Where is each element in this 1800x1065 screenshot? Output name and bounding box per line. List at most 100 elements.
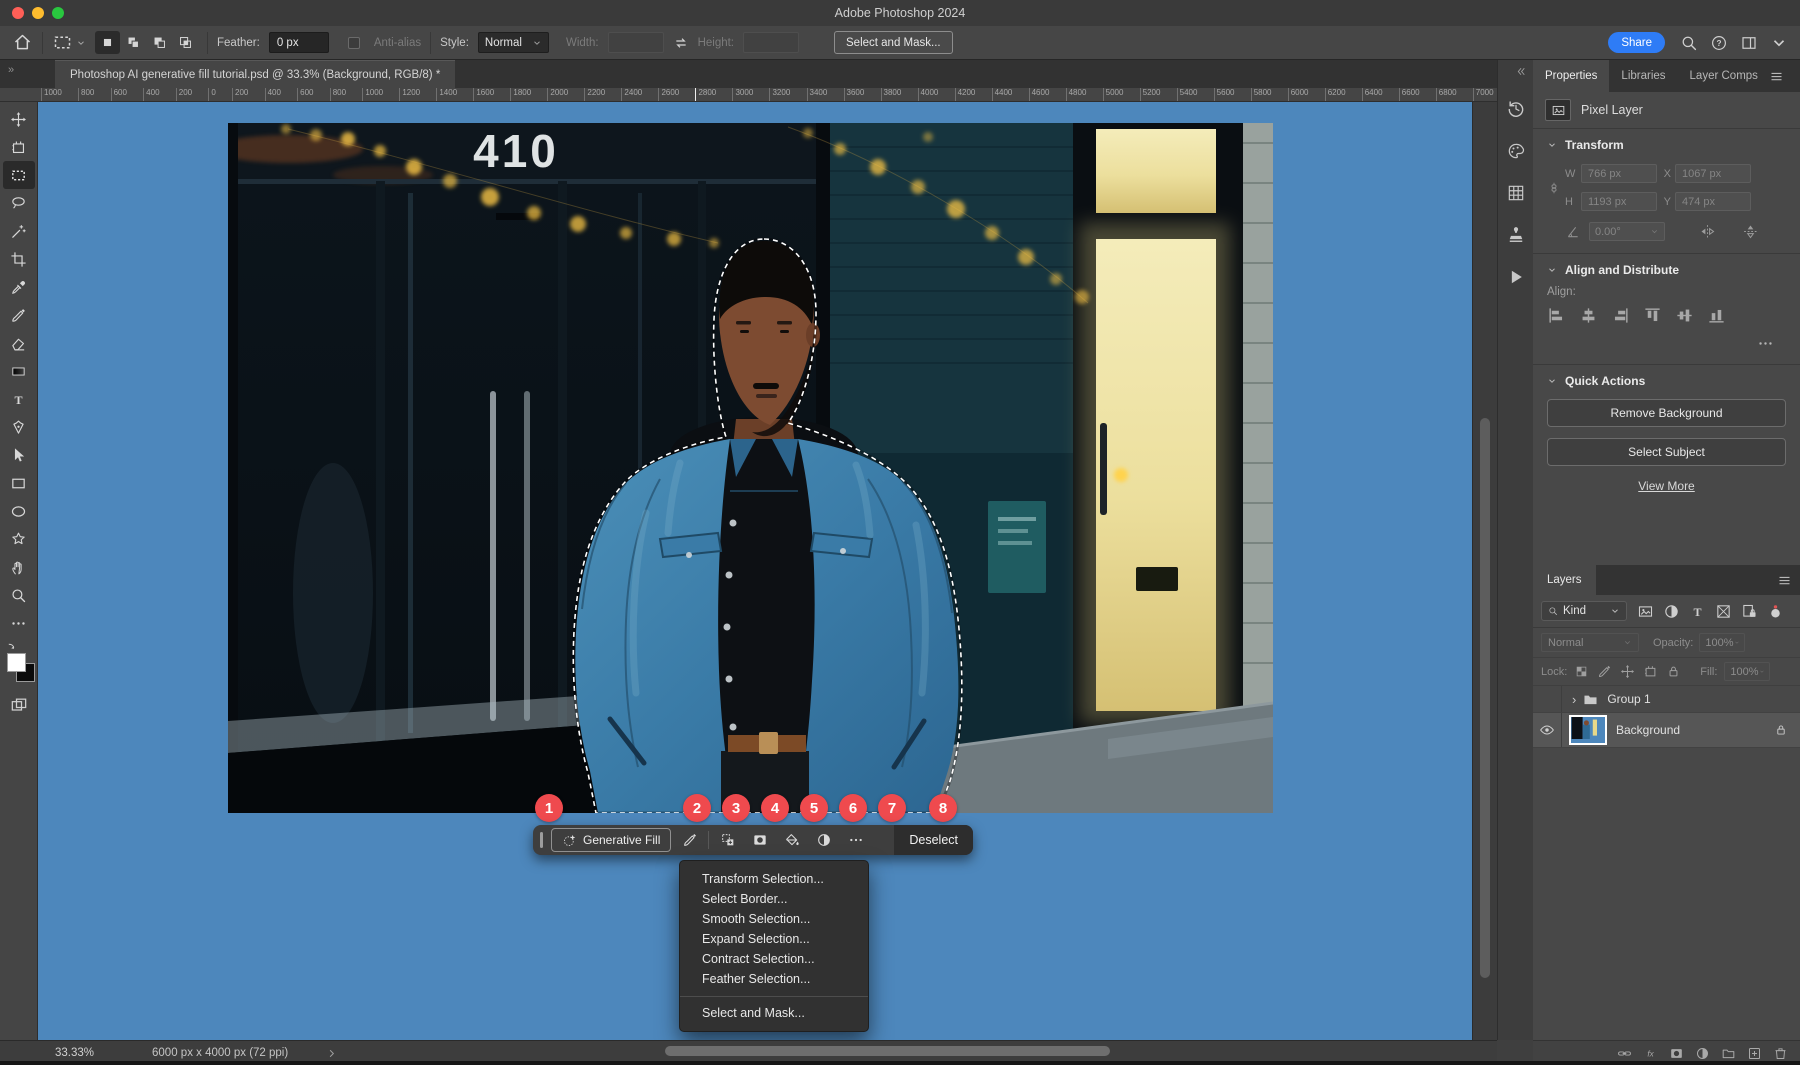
crop-tool[interactable] [3, 245, 35, 273]
horizontal-scrollbar-thumb[interactable] [665, 1046, 1110, 1056]
remove-background-button[interactable]: Remove Background [1547, 399, 1786, 427]
path-selection-tool[interactable] [3, 441, 35, 469]
search-icon[interactable] [1680, 34, 1698, 52]
deselect-button[interactable]: Deselect [894, 825, 973, 855]
foreground-color-swatch[interactable] [6, 653, 26, 672]
menu-item[interactable]: Select and Mask... [680, 996, 868, 1023]
modify-selection-button[interactable] [676, 829, 703, 851]
actions-panel-icon[interactable] [1506, 267, 1526, 287]
swap-dimensions-icon[interactable] [673, 35, 689, 51]
clone-source-panel-icon[interactable] [1506, 225, 1526, 245]
move-tool[interactable] [3, 105, 35, 133]
status-expand-icon[interactable] [326, 1048, 337, 1059]
panel-menu-icon[interactable] [1769, 69, 1784, 84]
maximize-window-button[interactable] [52, 7, 64, 19]
eyedropper-tool[interactable] [3, 273, 35, 301]
lock-paint-icon[interactable] [1597, 664, 1612, 679]
invert-selection-button[interactable] [714, 829, 741, 851]
create-mask-button[interactable] [746, 829, 773, 851]
menu-item[interactable]: Contract Selection... [680, 949, 868, 969]
swatches-panel-icon[interactable] [1506, 141, 1526, 161]
link-dimensions-icon[interactable] [1547, 177, 1561, 199]
workspace-icon[interactable] [1740, 34, 1758, 52]
layer-row-group1[interactable]: › Group 1 [1533, 686, 1800, 713]
create-adjustment-button[interactable] [810, 829, 837, 851]
align-right-icon[interactable] [1611, 306, 1630, 325]
add-to-selection-button[interactable] [121, 31, 146, 54]
menu-item[interactable]: Smooth Selection... [680, 909, 868, 929]
ellipse-tool[interactable] [3, 497, 35, 525]
expand-panels-icon[interactable] [1514, 65, 1527, 78]
panel-tab[interactable]: Layer Comps [1678, 60, 1770, 92]
fill-selection-button[interactable] [778, 829, 805, 851]
patterns-panel-icon[interactable] [1506, 183, 1526, 203]
home-icon[interactable] [12, 32, 33, 53]
vertical-scrollbar-thumb[interactable] [1480, 418, 1490, 978]
menu-item[interactable]: Expand Selection... [680, 929, 868, 949]
rectangular-marquee-tool[interactable] [2, 161, 35, 189]
lock-transparency-icon[interactable] [1574, 664, 1589, 679]
antialias-checkbox[interactable] [347, 36, 360, 49]
align-top-icon[interactable] [1643, 306, 1662, 325]
lock-artboard-icon[interactable] [1643, 664, 1658, 679]
layer-lock-icon[interactable] [1774, 723, 1788, 737]
filter-smart-objects-icon[interactable] [1741, 603, 1758, 620]
lock-position-icon[interactable] [1620, 664, 1635, 679]
close-window-button[interactable] [12, 7, 24, 19]
custom-shape-tool[interactable] [3, 525, 35, 553]
panel-tab[interactable]: Libraries [1609, 60, 1677, 92]
style-select[interactable]: Normal [477, 32, 549, 53]
collapse-quick-actions-icon[interactable] [1547, 376, 1557, 386]
align-left-icon[interactable] [1547, 306, 1566, 325]
add-layer-mask-icon[interactable] [1669, 1046, 1684, 1061]
canvas-area[interactable]: 410 1 2 3 4 5 6 7 8 Generative Fill Dese… [38, 102, 1472, 1040]
filter-pixel-layers-icon[interactable] [1637, 603, 1654, 620]
generative-fill-button[interactable]: Generative Fill [551, 828, 672, 852]
layer-style-icon[interactable] [1643, 1046, 1658, 1061]
new-layer-icon[interactable] [1747, 1046, 1762, 1061]
zoom-level[interactable]: 33.33% [55, 1047, 94, 1059]
menu-item[interactable]: Feather Selection... [680, 969, 868, 989]
layers-tab[interactable]: Layers [1533, 565, 1596, 595]
filter-kind-select[interactable]: Kind [1541, 601, 1627, 621]
artboard-tool[interactable] [3, 133, 35, 161]
pen-tool[interactable] [3, 413, 35, 441]
chevron-down-icon[interactable] [1770, 34, 1788, 52]
select-and-mask-button[interactable]: Select and Mask... [834, 31, 953, 54]
new-selection-button[interactable] [95, 31, 120, 54]
link-layers-icon[interactable] [1617, 1046, 1632, 1061]
document-tab[interactable]: Photoshop AI generative fill tutorial.ps… [55, 60, 456, 88]
history-panel-icon[interactable] [1506, 99, 1526, 119]
eye-icon[interactable] [1539, 722, 1555, 738]
help-icon[interactable] [1710, 34, 1728, 52]
screen-mode-icon[interactable] [9, 695, 29, 715]
subtract-from-selection-button[interactable] [147, 31, 172, 54]
delete-layer-icon[interactable] [1773, 1046, 1788, 1061]
new-adjustment-layer-icon[interactable] [1695, 1046, 1710, 1061]
flip-vertical-icon[interactable] [1742, 223, 1759, 240]
intersect-selection-button[interactable] [173, 31, 198, 54]
vertical-scrollbar[interactable] [1472, 102, 1497, 1040]
share-button[interactable]: Share [1608, 32, 1665, 53]
menu-item[interactable]: Transform Selection... [680, 869, 868, 889]
lasso-tool[interactable] [3, 189, 35, 217]
layer-thumbnail[interactable] [1569, 715, 1607, 745]
filter-shape-layers-icon[interactable] [1715, 603, 1732, 620]
align-bottom-icon[interactable] [1707, 306, 1726, 325]
hand-tool[interactable] [3, 553, 35, 581]
filter-type-layers-icon[interactable] [1689, 603, 1706, 620]
more-options-button[interactable] [842, 829, 869, 851]
eraser-tool[interactable] [3, 329, 35, 357]
type-tool[interactable] [3, 385, 35, 413]
tab-overflow-icon[interactable]: » [8, 64, 14, 76]
layer-row-background[interactable]: Background [1533, 713, 1800, 748]
current-tool-preset[interactable] [52, 32, 86, 53]
collapse-align-icon[interactable] [1547, 265, 1557, 275]
lock-all-icon[interactable] [1666, 664, 1681, 679]
select-subject-button[interactable]: Select Subject [1547, 438, 1786, 466]
expand-group-icon[interactable]: › [1572, 692, 1576, 707]
align-middle-v-icon[interactable] [1675, 306, 1694, 325]
gradient-tool[interactable] [3, 357, 35, 385]
feather-input[interactable]: 0 px [268, 32, 329, 53]
layers-menu-icon[interactable] [1777, 573, 1792, 588]
